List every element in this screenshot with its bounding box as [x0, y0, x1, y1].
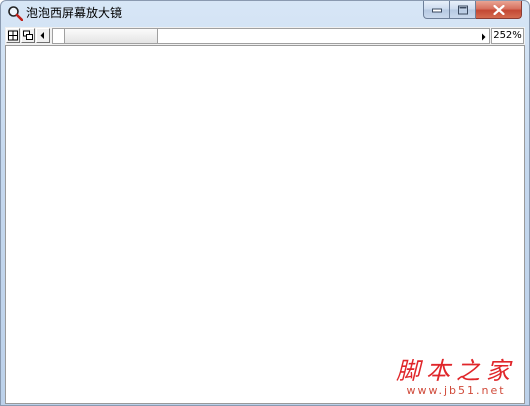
- close-button[interactable]: [476, 1, 522, 19]
- zoom-level-display[interactable]: 252%: [491, 28, 524, 44]
- magnifier-window: 泡泡西屏幕放大镜 252% 脚本之家 www.jb51.net: [0, 0, 530, 406]
- overlap-button[interactable]: [21, 28, 35, 43]
- title-bar[interactable]: 泡泡西屏幕放大镜: [1, 1, 529, 27]
- scroll-left-button[interactable]: [36, 28, 50, 43]
- watermark: 脚本之家 www.jb51.net: [396, 357, 516, 397]
- minimize-button[interactable]: [423, 1, 450, 19]
- window-title: 泡泡西屏幕放大镜: [26, 6, 123, 20]
- maximize-button[interactable]: [450, 1, 476, 19]
- overlap-windows-icon: [23, 30, 33, 40]
- close-icon: [493, 4, 504, 15]
- magnified-view: 脚本之家 www.jb51.net: [5, 45, 525, 404]
- watermark-title: 脚本之家: [396, 357, 516, 385]
- grid-icon: [8, 30, 18, 41]
- toolbar: 252%: [5, 27, 525, 45]
- maximize-icon: [457, 5, 468, 14]
- horizontal-scrollbar[interactable]: [52, 28, 490, 44]
- watermark-url: www.jb51.net: [406, 384, 506, 397]
- scroll-thumb[interactable]: [64, 29, 158, 43]
- magnifier-icon: [7, 5, 24, 22]
- scroll-right-button[interactable]: [478, 29, 489, 43]
- arrow-left-icon: [40, 32, 44, 39]
- grid-button[interactable]: [6, 28, 20, 43]
- minimize-icon: [431, 8, 442, 12]
- arrow-right-icon: [482, 33, 486, 41]
- caption-buttons: [423, 1, 522, 19]
